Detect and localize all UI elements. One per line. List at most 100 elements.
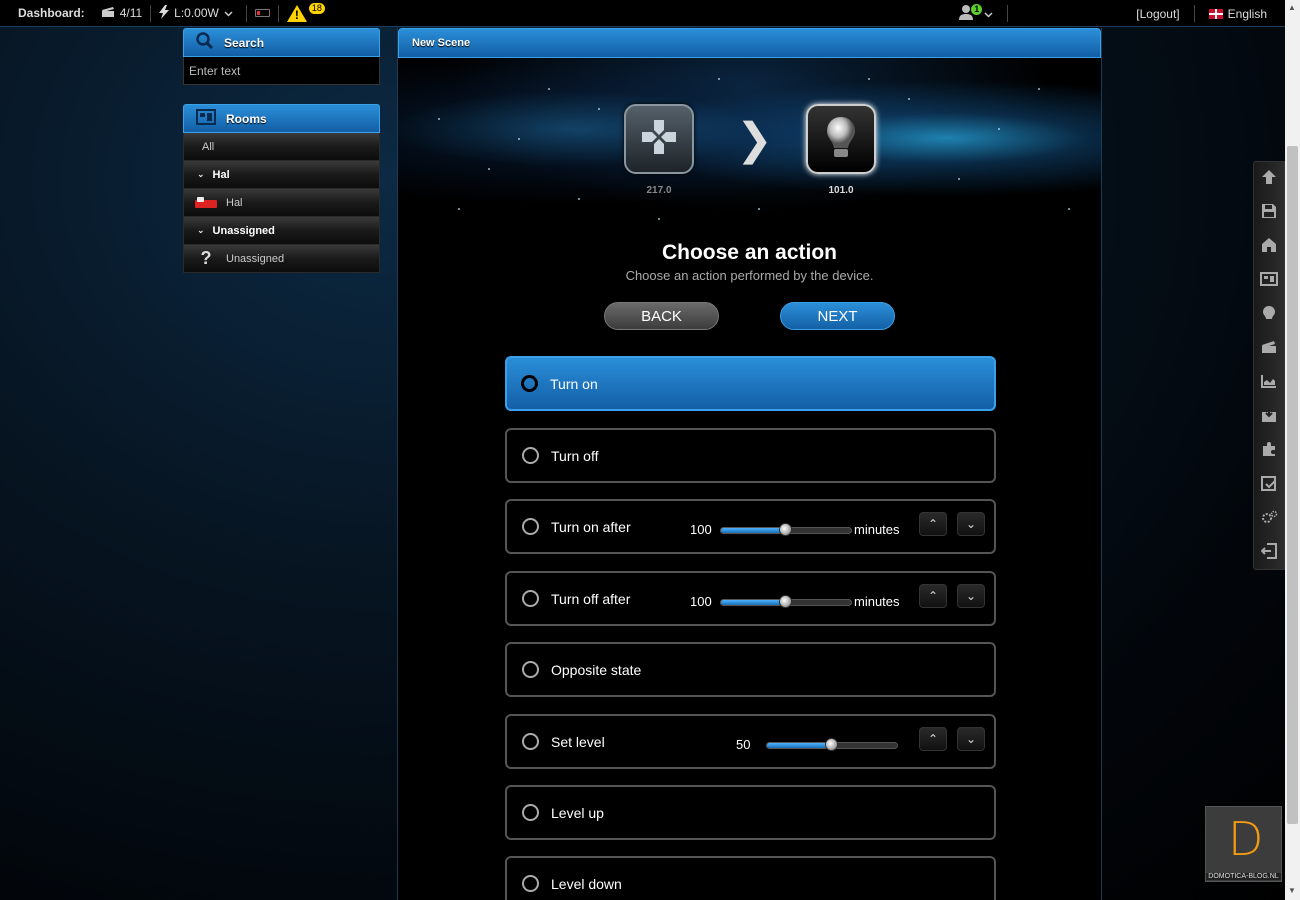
battery-status[interactable] bbox=[247, 0, 278, 27]
scenes-counter[interactable]: 4/11 bbox=[93, 0, 150, 27]
action-turn-off[interactable]: Turn off bbox=[505, 428, 996, 483]
scroll-top-button[interactable] bbox=[1254, 162, 1284, 196]
delay-slider[interactable] bbox=[720, 595, 852, 608]
radio-button[interactable] bbox=[522, 875, 539, 892]
action-turn-off-after[interactable]: Turn off after 100 minutes ⌃ ⌄ bbox=[505, 571, 996, 626]
scene-wizard-panel: New Scene 217.0 ❯ 101.0 Choose an action… bbox=[397, 28, 1102, 900]
question-icon: ? bbox=[200, 248, 212, 268]
next-button[interactable]: NEXT bbox=[780, 302, 895, 330]
chevron-down-icon: ⌄ bbox=[965, 589, 977, 603]
radio-button[interactable] bbox=[521, 375, 538, 392]
level-slider[interactable] bbox=[766, 738, 898, 751]
home-button[interactable] bbox=[1254, 230, 1284, 264]
chevron-down-icon bbox=[984, 7, 993, 21]
rooms-panel: Rooms All ⌄ Hal Hal ⌄ Unassigned ? Unass… bbox=[183, 104, 380, 273]
floppy-icon bbox=[1261, 203, 1277, 224]
action-label: Turn off after bbox=[551, 590, 631, 607]
rooms-button[interactable] bbox=[1254, 264, 1284, 298]
warning-icon bbox=[286, 4, 307, 22]
room-group-hal[interactable]: ⌄ Hal bbox=[183, 161, 380, 189]
increment-button[interactable]: ⌃ bbox=[919, 727, 947, 751]
gears-icon bbox=[1260, 510, 1278, 529]
domotica-blog-logo: D DOMOTICA-BLOG.NL bbox=[1205, 806, 1282, 882]
charts-button[interactable] bbox=[1254, 366, 1284, 400]
slider-knob[interactable] bbox=[825, 738, 838, 751]
action-label: Turn off bbox=[551, 447, 599, 464]
device-tile-bulb[interactable] bbox=[806, 104, 876, 174]
logo-letter: D bbox=[1228, 812, 1264, 866]
house-icon bbox=[1261, 237, 1277, 258]
level-value: 50 bbox=[736, 737, 751, 752]
delay-slider[interactable] bbox=[720, 523, 852, 536]
settings-button[interactable] bbox=[1254, 502, 1284, 536]
slider-knob[interactable] bbox=[779, 523, 792, 536]
back-button[interactable]: BACK bbox=[604, 302, 719, 330]
action-turn-on-after[interactable]: Turn on after 100 minutes ⌃ ⌄ bbox=[505, 499, 996, 554]
devices-button[interactable] bbox=[1254, 298, 1284, 332]
radio-button[interactable] bbox=[522, 518, 539, 535]
dashboard-label: Dashboard: bbox=[18, 6, 85, 20]
action-turn-on[interactable]: Turn on bbox=[505, 356, 996, 411]
radio-button[interactable] bbox=[522, 733, 539, 750]
room-item-unassigned[interactable]: ? Unassigned bbox=[183, 245, 380, 273]
unit-label: minutes bbox=[854, 594, 900, 609]
chevron-down-icon: ⌄ bbox=[197, 225, 205, 235]
device-tile-gamepad[interactable] bbox=[624, 104, 694, 174]
search-input[interactable] bbox=[183, 57, 380, 85]
calendar-button[interactable] bbox=[1254, 468, 1284, 502]
room-group-label: Unassigned bbox=[212, 224, 275, 237]
increment-button[interactable]: ⌃ bbox=[919, 584, 947, 608]
decrement-button[interactable]: ⌄ bbox=[957, 727, 985, 751]
room-item-label: Hal bbox=[226, 196, 243, 209]
chevron-up-icon: ⌃ bbox=[927, 589, 939, 603]
plugins-button[interactable] bbox=[1254, 434, 1284, 468]
exit-button[interactable] bbox=[1254, 536, 1284, 570]
logo-site-text: DOMOTICA-BLOG.NL bbox=[1206, 873, 1281, 880]
action-label: Turn on after bbox=[551, 518, 631, 535]
user-badge: 1 bbox=[971, 4, 983, 15]
scroll-down-arrow-icon[interactable]: ▼ bbox=[1288, 886, 1296, 895]
rooms-title: Rooms bbox=[226, 111, 267, 126]
top-bar: Dashboard: 4/11 L:0.00W 18 1 bbox=[0, 0, 1285, 27]
room-group-unassigned[interactable]: ⌄ Unassigned bbox=[183, 217, 380, 245]
backup-button[interactable] bbox=[1254, 400, 1284, 434]
page-scrollbar[interactable]: ▲ ▼ bbox=[1285, 0, 1300, 900]
logout-icon bbox=[1260, 542, 1277, 564]
scrollbar-thumb[interactable] bbox=[1287, 146, 1298, 824]
radio-button[interactable] bbox=[522, 804, 539, 821]
uk-flag-icon bbox=[1208, 8, 1223, 19]
action-opposite-state[interactable]: Opposite state bbox=[505, 642, 996, 697]
logout-link[interactable]: [Logout] bbox=[1008, 0, 1193, 27]
save-button[interactable] bbox=[1254, 196, 1284, 230]
radio-button[interactable] bbox=[522, 447, 539, 464]
alerts-button[interactable]: 18 bbox=[279, 0, 333, 27]
alerts-badge: 18 bbox=[308, 2, 325, 14]
gamepad-icon bbox=[639, 117, 679, 162]
action-level-up[interactable]: Level up bbox=[505, 785, 996, 840]
scene-title: New Scene bbox=[412, 37, 471, 49]
decrement-button[interactable]: ⌄ bbox=[957, 584, 985, 608]
increment-button[interactable]: ⌃ bbox=[919, 512, 947, 536]
device-banner: 217.0 ❯ 101.0 bbox=[398, 58, 1101, 236]
language-selector[interactable]: English bbox=[1195, 0, 1285, 27]
action-level-down[interactable]: Level down bbox=[505, 856, 996, 900]
decrement-button[interactable]: ⌄ bbox=[957, 512, 985, 536]
rooms-icon bbox=[1260, 271, 1278, 291]
chevron-up-icon: ⌃ bbox=[927, 517, 939, 531]
power-menu[interactable]: L:0.00W bbox=[151, 0, 246, 27]
slider-fill bbox=[721, 600, 786, 605]
room-filter-all[interactable]: All bbox=[183, 133, 380, 161]
user-menu[interactable]: 1 bbox=[951, 0, 1007, 27]
lightning-icon bbox=[159, 4, 170, 22]
chevron-down-icon bbox=[224, 6, 233, 20]
rooms-header: Rooms bbox=[183, 104, 380, 133]
room-item-hal[interactable]: Hal bbox=[183, 189, 380, 217]
radio-button[interactable] bbox=[522, 661, 539, 678]
scroll-up-arrow-icon[interactable]: ▲ bbox=[1288, 3, 1296, 12]
scenes-button[interactable] bbox=[1254, 332, 1284, 366]
radio-button[interactable] bbox=[522, 590, 539, 607]
action-set-level[interactable]: Set level 50 ⌃ ⌄ bbox=[505, 714, 996, 769]
rooms-icon bbox=[196, 109, 216, 128]
slider-knob[interactable] bbox=[779, 595, 792, 608]
slider-fill bbox=[767, 743, 832, 748]
